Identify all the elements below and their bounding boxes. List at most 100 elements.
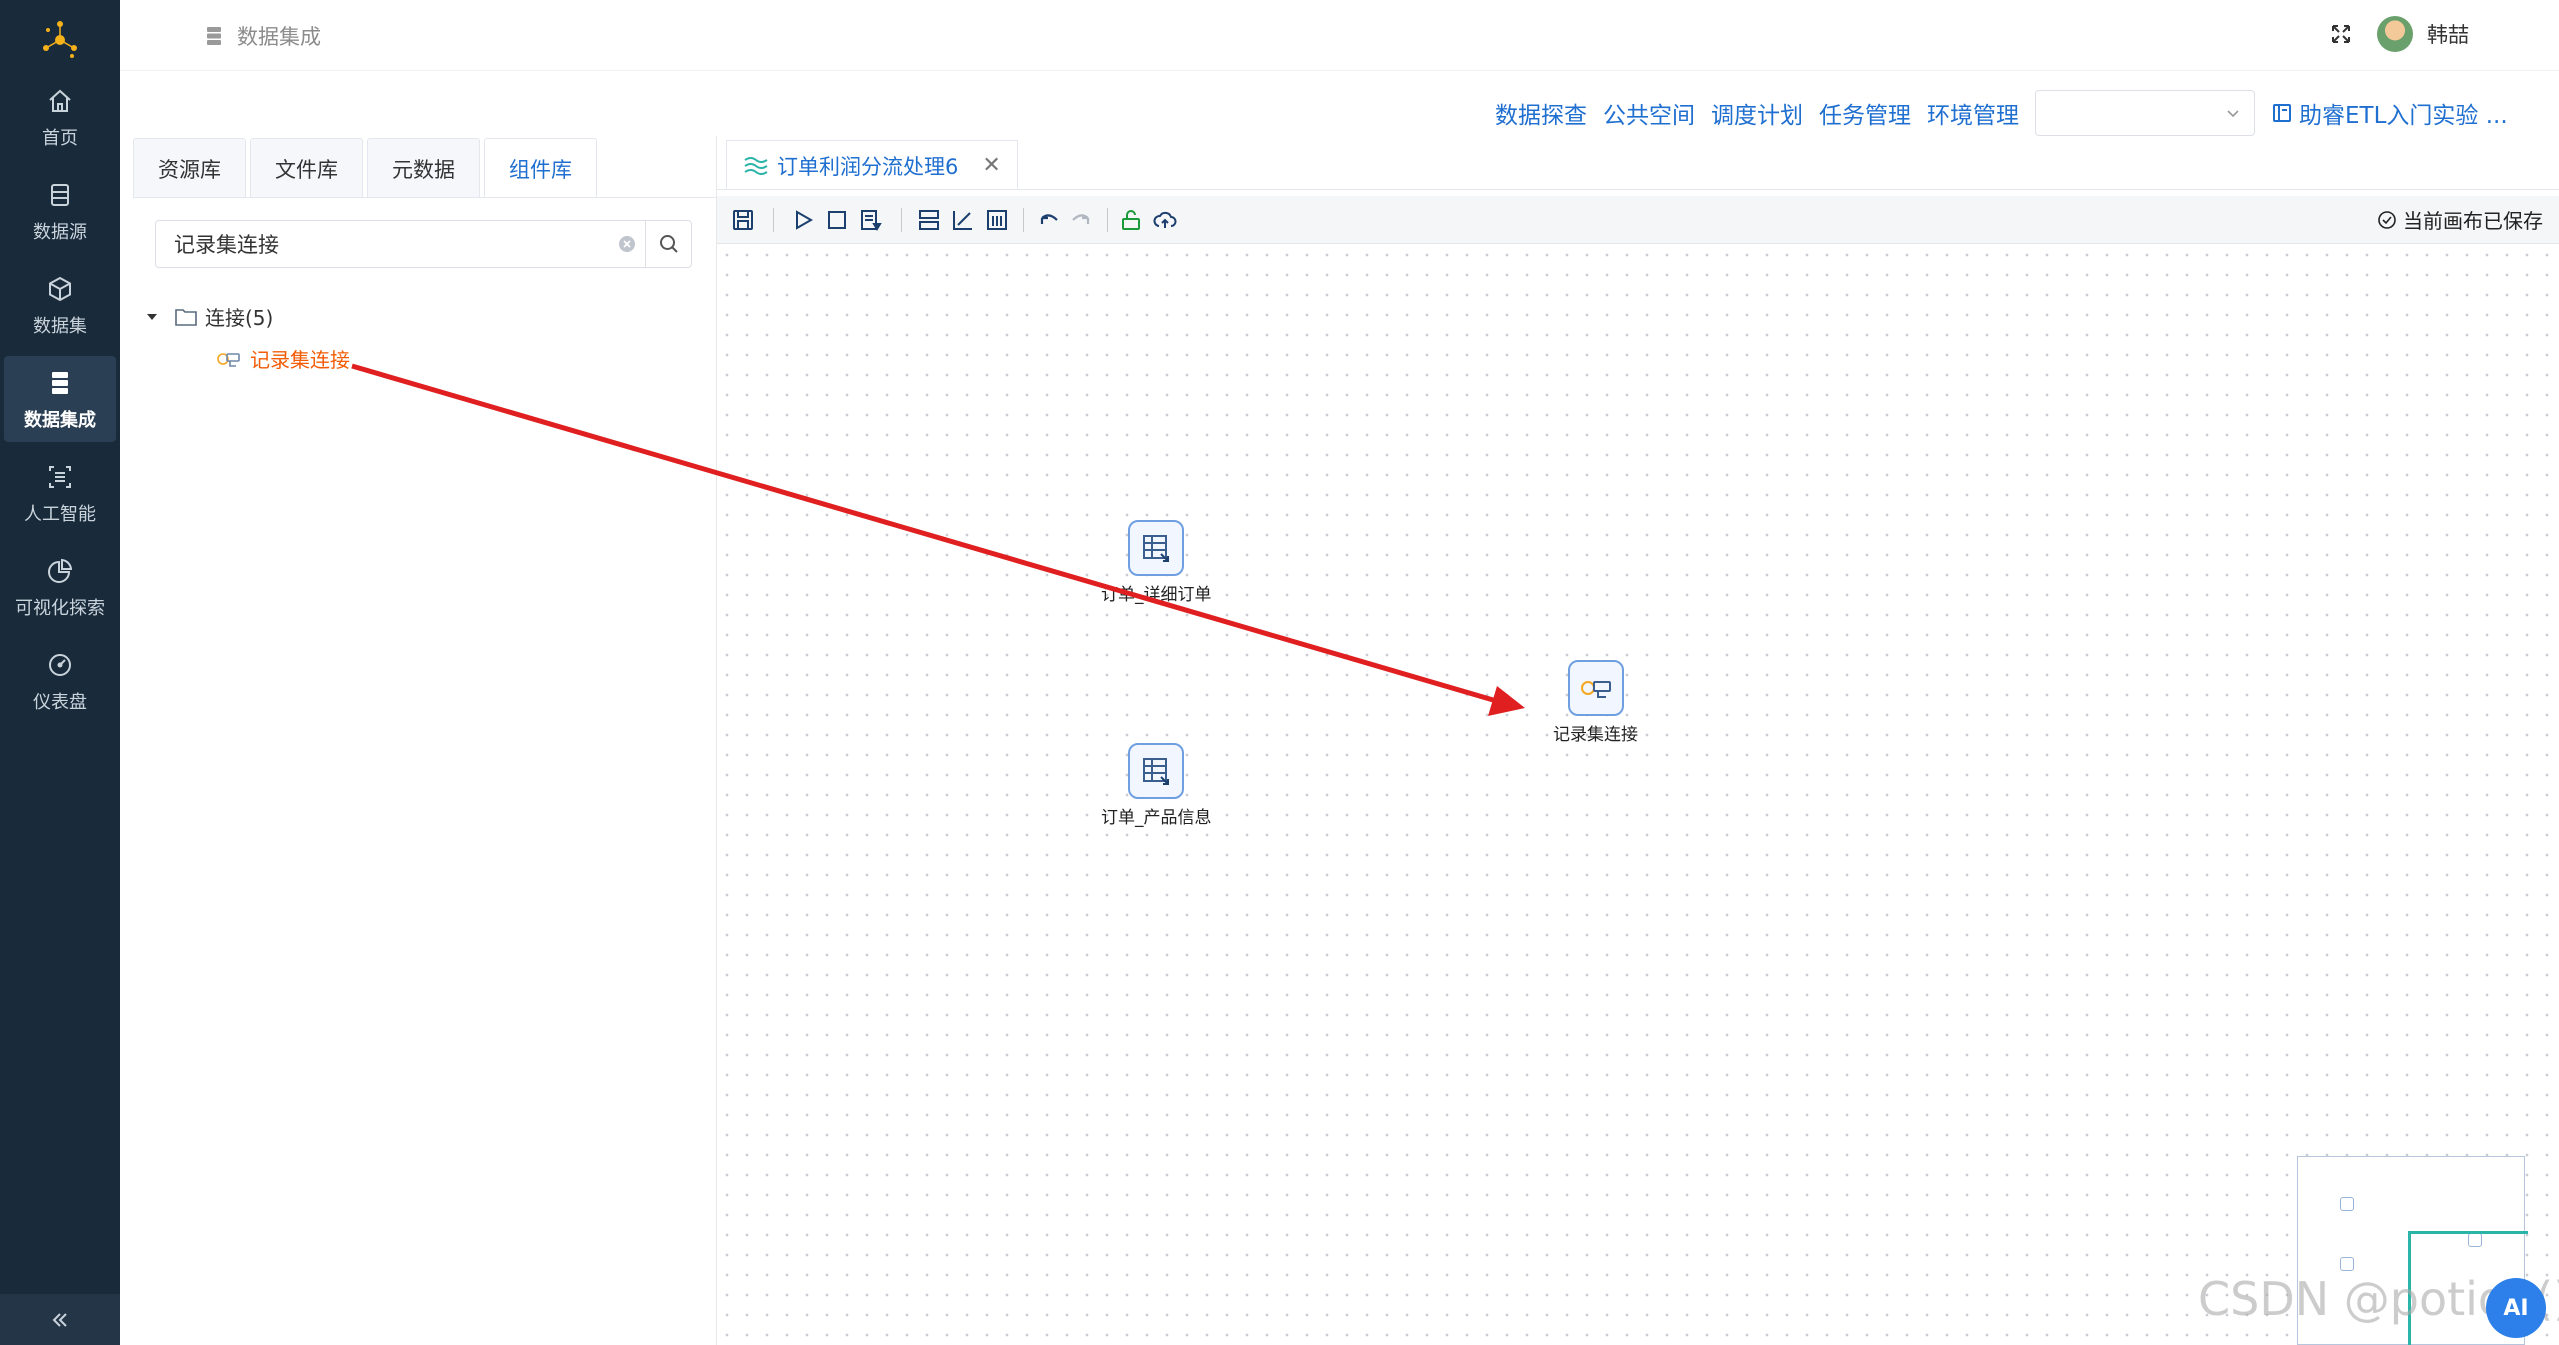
table-input-icon — [1128, 520, 1185, 576]
calculator-icon[interactable] — [983, 206, 1011, 234]
toolbar-separator — [1023, 208, 1024, 232]
grid-icon[interactable] — [915, 206, 943, 234]
nav-label: 仪表盘 — [33, 692, 87, 713]
nav-item-dataset[interactable]: 数据集 — [0, 262, 120, 348]
canvas-tabs-divider — [717, 189, 2559, 190]
avatar — [2377, 16, 2413, 52]
tab-resource-library[interactable]: 资源库 — [133, 138, 246, 198]
tree-folder-label: 连接(5) — [205, 306, 274, 330]
nav-item-integration[interactable]: 数据集成 — [4, 356, 116, 442]
environment-select[interactable] — [2035, 90, 2255, 136]
link-task-management[interactable]: 任务管理 — [1819, 96, 1911, 130]
tree-item-recordset-join[interactable]: 记录集连接 — [216, 344, 350, 373]
unlock-icon[interactable] — [1117, 206, 1145, 234]
panel-tabs-divider — [133, 197, 716, 198]
nav-label: 数据集 — [33, 316, 87, 337]
fullscreen-icon[interactable] — [2329, 22, 2353, 46]
stop-icon[interactable] — [823, 206, 851, 234]
flow-node-recordset-join[interactable]: 记录集连接 — [1553, 660, 1638, 745]
component-search — [155, 220, 692, 268]
toolbar-separator — [773, 208, 774, 232]
table-input-icon — [1128, 743, 1185, 799]
nav-label: 可视化探索 — [15, 598, 105, 619]
breadcrumb-label: 数据集成 — [237, 25, 321, 49]
redo-icon[interactable] — [1067, 206, 1095, 234]
collapse-nav-button[interactable] — [0, 1294, 120, 1345]
flow-icon — [744, 156, 768, 175]
flow-node-label: 订单_产品信息 — [1101, 808, 1212, 828]
canvas-tab-title: 订单利润分流处理6 — [777, 154, 959, 179]
book-icon — [2273, 104, 2291, 122]
nav-item-home[interactable]: 首页 — [0, 74, 120, 160]
ai-assistant-button[interactable]: AI — [2486, 1278, 2546, 1338]
tree-folder-connection[interactable]: 连接(5) — [145, 302, 273, 331]
double-chevron-left-icon — [52, 1312, 67, 1327]
ai-icon — [43, 460, 77, 494]
recordset-join-icon — [217, 352, 240, 367]
publish-cloud-icon[interactable] — [1151, 206, 1179, 234]
preview-icon[interactable] — [857, 206, 885, 234]
minimap-node — [2340, 1257, 2354, 1271]
tab-component-library[interactable]: 组件库 — [484, 138, 597, 198]
canvas-toolbar: 当前画布已保存 — [717, 196, 2559, 244]
pie-chart-icon — [43, 554, 77, 588]
nav-item-datasource[interactable]: 数据源 — [0, 168, 120, 254]
link-public-space[interactable]: 公共空间 — [1603, 96, 1695, 130]
link-schedule-plan[interactable]: 调度计划 — [1711, 96, 1803, 130]
header-user-area: 韩喆 — [2329, 16, 2469, 52]
gauge-icon — [43, 648, 77, 682]
tree-item-label: 记录集连接 — [250, 348, 350, 372]
panel-tabs: 资源库 文件库 元数据 组件库 — [133, 138, 597, 198]
datasource-icon — [43, 178, 77, 212]
nav-item-ai[interactable]: 人工智能 — [0, 450, 120, 536]
clear-search-icon[interactable] — [609, 221, 645, 267]
cube-icon — [43, 272, 77, 306]
flow-node-order-detail[interactable]: 订单_详细订单 — [1101, 520, 1212, 605]
run-icon[interactable] — [789, 206, 817, 234]
quick-links: 数据探查 公共空间 调度计划 任务管理 环境管理 助睿ETL入门实验 ... — [1495, 90, 2508, 136]
home-icon — [43, 84, 77, 118]
integration-icon — [43, 366, 77, 400]
user-name: 韩喆 — [2427, 23, 2469, 47]
nav-item-dashboard[interactable]: 仪表盘 — [0, 638, 120, 724]
search-button[interactable] — [645, 221, 691, 267]
guide-link-label: 助睿ETL入门实验 ... — [2299, 103, 2508, 129]
search-icon — [659, 235, 678, 253]
chevron-down-icon — [2227, 110, 2239, 118]
nav-item-visual-explore[interactable]: 可视化探索 — [0, 544, 120, 630]
flow-node-product-info[interactable]: 订单_产品信息 — [1101, 743, 1212, 828]
saved-status: 当前画布已保存 — [2377, 205, 2543, 234]
caret-down-icon[interactable] — [145, 310, 159, 324]
app-logo-icon[interactable] — [36, 16, 84, 64]
search-input[interactable] — [156, 221, 609, 267]
chart-icon[interactable] — [949, 206, 977, 234]
saved-status-label: 当前画布已保存 — [2403, 209, 2543, 233]
flow-node-label: 记录集连接 — [1553, 725, 1638, 745]
undo-icon[interactable] — [1035, 206, 1063, 234]
recordset-join-icon — [1567, 660, 1624, 716]
header-divider — [120, 70, 2559, 71]
toolbar-separator — [901, 208, 902, 232]
save-icon[interactable] — [729, 206, 757, 234]
flow-canvas[interactable]: 订单_详细订单 订单_产品信息 记录集连接 — [717, 245, 2559, 1345]
user-menu[interactable]: 韩喆 — [2377, 16, 2469, 52]
canvas-tab[interactable]: 订单利润分流处理6 ✕ — [726, 140, 1018, 190]
nav-label: 数据源 — [33, 222, 87, 243]
side-nav: 首页 数据源 数据集 数据集成 人工智能 可视化探索 仪表盘 — [0, 0, 120, 1345]
check-circle-icon — [2378, 210, 2396, 229]
nav-label: 数据集成 — [24, 410, 96, 431]
tab-metadata[interactable]: 元数据 — [367, 138, 480, 198]
integration-icon — [207, 27, 221, 45]
nav-label: 首页 — [42, 128, 78, 149]
folder-icon — [175, 308, 197, 326]
link-data-explore[interactable]: 数据探查 — [1495, 96, 1587, 130]
tab-file-library[interactable]: 文件库 — [250, 138, 363, 198]
nav-label: 人工智能 — [24, 504, 96, 525]
guide-link[interactable]: 助睿ETL入门实验 ... — [2271, 96, 2508, 130]
link-env-management[interactable]: 环境管理 — [1927, 96, 2019, 130]
breadcrumb: 数据集成 — [205, 20, 321, 52]
close-icon[interactable]: ✕ — [982, 153, 1000, 178]
flow-node-label: 订单_详细订单 — [1101, 585, 1212, 605]
minimap-node — [2340, 1197, 2354, 1211]
toolbar-separator — [1107, 208, 1108, 232]
